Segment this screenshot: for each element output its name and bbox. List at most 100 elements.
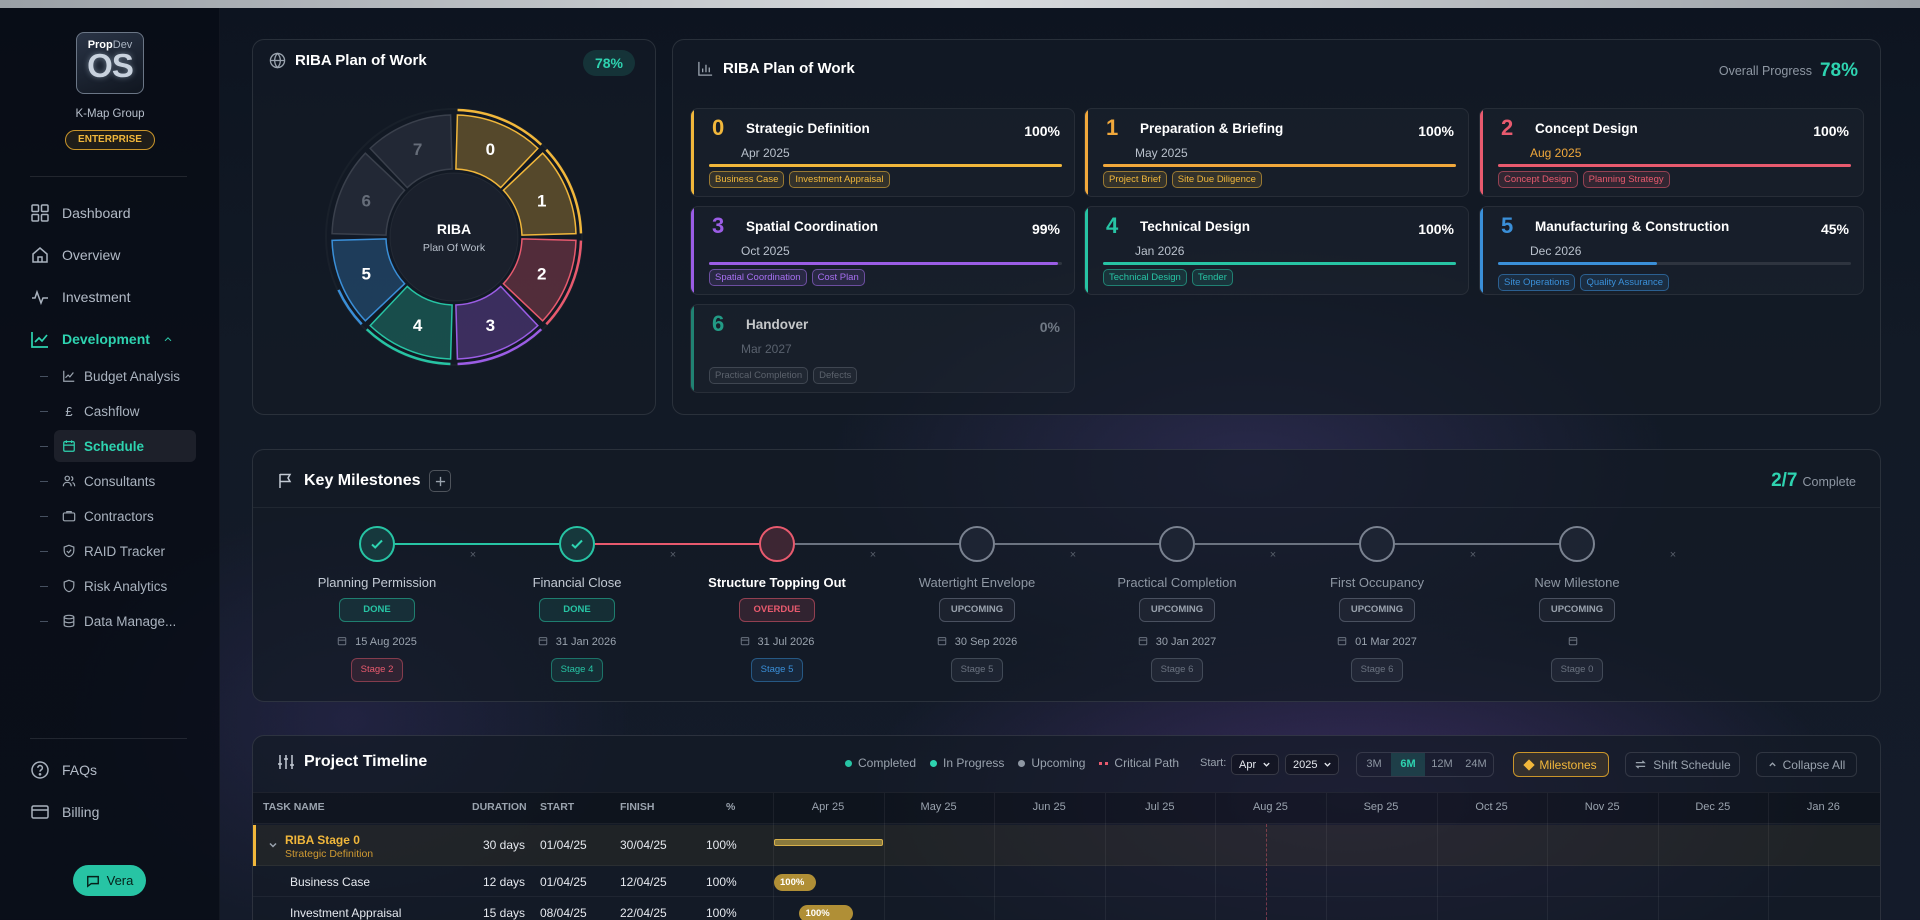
app-logo[interactable]: PropDev OS [76,32,144,94]
nav-faqs[interactable]: FAQs [30,760,97,780]
subnav-data-management[interactable]: Data Manage... [40,605,196,637]
nav-development[interactable]: Development [30,329,174,349]
stage-accent-bar [1480,109,1483,196]
gantt-task-bar[interactable]: 100% [774,874,817,891]
milestone-stage-badge: Stage 6 [1351,658,1403,682]
legend-completed: Completed [858,756,917,770]
range-24m[interactable]: 24M [1459,753,1493,776]
start-label: Start: [1200,757,1227,769]
critical-path-icon [1099,761,1109,765]
stage-percent: 100% [1418,221,1454,237]
milestone-name: Planning Permission [317,575,437,590]
shield-icon [63,579,75,593]
task-duration: 12 days [483,875,526,889]
legend-upcoming: Upcoming [1031,756,1086,770]
task-percent: 100% [706,906,737,920]
stage-tag: Investment Appraisal [789,171,890,188]
collapse-all-button[interactable]: Collapse All [1756,752,1857,777]
chevron-down-icon[interactable] [268,840,278,850]
milestone-date: 31 Jan 2026 [555,636,617,648]
help-circle-icon [31,761,49,779]
month-header: Dec 25 [1695,801,1731,813]
gantt-group-bar[interactable] [774,839,883,846]
milestone-status-badge: DONE [539,598,615,622]
milestone-stage-badge: Stage 5 [751,658,803,682]
subnav-risk-analytics[interactable]: Risk Analytics [40,570,196,602]
milestone-status-circle[interactable] [959,526,995,562]
stage-percent: 45% [1820,221,1849,237]
stage-accent-bar [691,305,694,392]
gantt-task-bar[interactable]: 100% [799,905,853,920]
milestone-status-circle[interactable] [1559,526,1595,562]
delete-milestone-icon[interactable]: × [1470,549,1476,561]
subnav-budget-analysis[interactable]: Budget Analysis [40,360,196,392]
start-year-select[interactable]: 2025 [1285,754,1339,775]
milestone-name: Watertight Envelope [918,575,1036,590]
stage-card-2[interactable]: 2 Concept Design Aug 2025 100% Concept D… [1479,108,1864,197]
chat-icon [86,875,99,888]
subnav-schedule[interactable]: Schedule [40,430,196,462]
stage-tag: Defects [813,367,858,384]
milestones-toggle-label: Milestones [1539,757,1597,772]
milestone-name: Practical Completion [1117,575,1237,590]
range-3m[interactable]: 3M [1357,753,1391,776]
month-header: Apr 25 [811,801,845,813]
delete-milestone-icon[interactable]: × [670,549,676,561]
nav-dashboard[interactable]: Dashboard [30,203,131,223]
milestone-stage-badge: Stage 6 [1151,658,1203,682]
chevron-down-icon [1324,762,1332,767]
stage-tag: Concept Design [1498,171,1578,188]
delete-milestone-icon[interactable]: × [870,549,876,561]
timeline-title: Project Timeline [304,753,428,770]
stage-progress-track [1498,262,1851,265]
group-accent [253,825,256,866]
vera-assistant-button[interactable]: Vera [73,865,146,896]
milestone-status-circle[interactable] [1359,526,1395,562]
stage-card-0[interactable]: 0 Strategic Definition Apr 2025 100% Bus… [690,108,1075,197]
start-month-select[interactable]: Apr [1231,754,1279,775]
logo-text-os: OS [87,47,134,84]
range-12m[interactable]: 12M [1425,753,1459,776]
stage-tag: Site Operations [1498,274,1576,291]
nav-investment[interactable]: Investment [30,287,130,307]
nav-overview[interactable]: Overview [30,245,120,265]
milestone-stage-badge: Stage 0 [1551,658,1603,682]
delete-milestone-icon[interactable]: × [1070,549,1076,561]
stage-tag: Spatial Coordination [709,269,807,286]
delete-milestone-icon[interactable]: × [470,549,476,561]
milestone-status-circle[interactable] [1159,526,1195,562]
nav-faqs-label: FAQs [62,762,98,778]
stage-card-3[interactable]: 3 Spatial Coordination Oct 2025 99% Spat… [690,206,1075,295]
stage-accent-bar [691,207,694,294]
subnav-cashflow[interactable]: £ Cashflow [40,395,196,427]
stage-tags: Site Operations Quality Assurance [1498,274,1670,291]
nav-billing[interactable]: Billing [30,802,99,822]
subnav-consultants[interactable]: Consultants [40,465,196,497]
stage-card-4[interactable]: 4 Technical Design Jan 2026 100% Technic… [1084,206,1469,295]
stage-card-6[interactable]: 6 Handover Mar 2027 0% Practical Complet… [690,304,1075,393]
milestone-status-circle[interactable] [359,526,395,562]
subnav-raid-tracker[interactable]: RAID Tracker [40,535,196,567]
stage-card-5[interactable]: 5 Manufacturing & Construction Dec 2026 … [1479,206,1864,295]
riba-stage-wheel[interactable]: 0 1 2 3 4 5 6 7 RIBA Plan Of Work [253,40,657,416]
stage-tags: Technical Design Tender [1103,269,1233,286]
stage-date: Mar 2027 [741,342,792,356]
wheel-segment-label: 2 [537,264,546,283]
chevron-up-icon [1768,762,1776,767]
milestones-toggle-button[interactable]: Milestones [1513,752,1609,777]
delete-milestone-icon[interactable]: × [1670,549,1676,561]
stage-card-1[interactable]: 1 Preparation & Briefing May 2025 100% P… [1084,108,1469,197]
overall-progress-label: Overall Progress [1718,64,1812,78]
milestone-status-circle[interactable] [559,526,595,562]
stage-progress-bar [1498,164,1851,167]
milestone-name: New Milestone [1534,575,1620,590]
database-icon [63,614,75,628]
delete-milestone-icon[interactable]: × [1270,549,1276,561]
subnav-contractors[interactable]: Contractors [40,500,196,532]
chevron-down-icon [1263,762,1270,767]
range-6m[interactable]: 6M [1391,753,1425,776]
subnav-cashflow-label: Cashflow [84,403,140,419]
shift-schedule-button[interactable]: Shift Schedule [1625,752,1740,777]
calendar-icon [538,637,547,646]
milestone-status-circle[interactable] [759,526,795,562]
